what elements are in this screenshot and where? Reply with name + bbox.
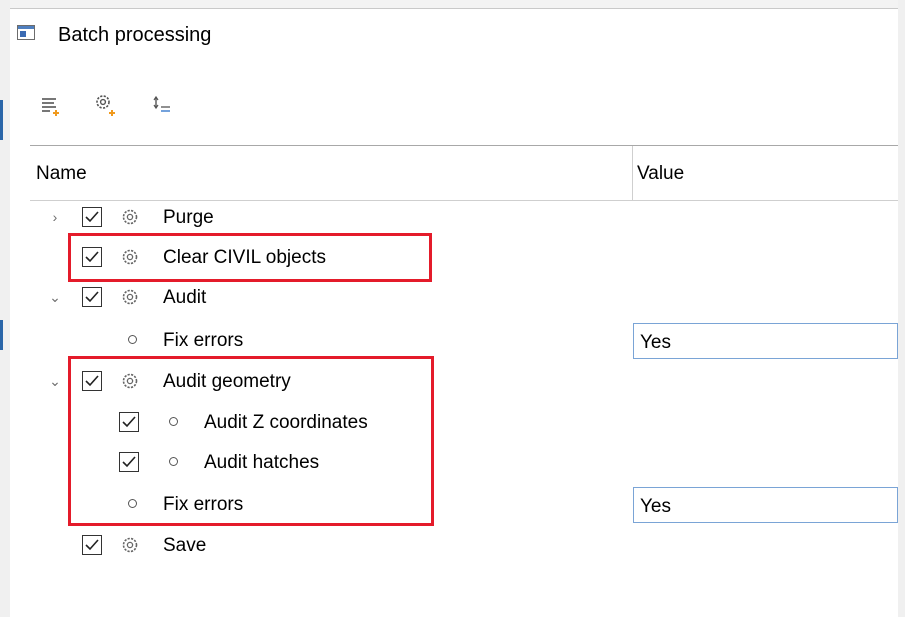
edge-marker	[0, 320, 3, 350]
grid-row-audit-z[interactable]: Audit Z coordinates	[30, 404, 898, 444]
add-gear-icon[interactable]	[94, 92, 124, 122]
chevron-right-icon[interactable]: ›	[48, 210, 62, 224]
checkbox-audit-hatches[interactable]	[119, 452, 139, 472]
column-header-name[interactable]: Name	[30, 146, 633, 200]
option-dot-icon	[169, 457, 178, 466]
option-dot-icon	[169, 417, 178, 426]
chevron-down-icon[interactable]: ⌄	[48, 290, 62, 304]
toolbar	[30, 92, 230, 128]
window-left-edge	[0, 0, 10, 617]
app-window-icon	[17, 25, 35, 40]
add-list-icon[interactable]	[40, 92, 70, 122]
column-header-value[interactable]: Value	[633, 146, 898, 200]
grid-header: Name Value	[30, 145, 898, 201]
grid-row-save[interactable]: Save	[30, 527, 898, 567]
checkbox-audit-geometry[interactable]	[82, 371, 102, 391]
sort-icon[interactable]	[152, 92, 182, 122]
row-label: Audit	[163, 287, 207, 308]
gear-icon	[122, 289, 138, 305]
window-title: Batch processing	[58, 24, 212, 46]
window-right-edge	[898, 0, 905, 617]
row-label: Fix errors	[163, 330, 244, 351]
checkbox-audit-z[interactable]	[119, 412, 139, 432]
checkbox-clear-civil[interactable]	[82, 247, 102, 267]
row-label: Clear CIVIL objects	[163, 247, 326, 268]
row-label: Fix errors	[163, 494, 244, 515]
value-field-audit-fix-errors[interactable]: Yes	[633, 323, 898, 359]
value-field-geometry-fix-errors[interactable]: Yes	[633, 487, 898, 523]
window-top-edge	[0, 0, 905, 9]
checkbox-save[interactable]	[82, 535, 102, 555]
edge-marker	[0, 100, 3, 140]
grid-row-audit-hatches[interactable]: Audit hatches	[30, 444, 898, 484]
row-label: Purge	[163, 207, 214, 228]
option-dot-icon	[128, 499, 137, 508]
grid-row-clear-civil[interactable]: Clear CIVIL objects	[30, 239, 898, 279]
option-dot-icon	[128, 335, 137, 344]
grid-row-audit-geometry[interactable]: ⌄ Audit geometry	[30, 363, 898, 403]
gear-icon	[122, 249, 138, 265]
row-label: Save	[163, 535, 207, 556]
row-label: Audit Z coordinates	[204, 412, 368, 433]
row-label: Audit hatches	[204, 452, 320, 473]
checkbox-purge[interactable]	[82, 207, 102, 227]
row-label: Audit geometry	[163, 371, 291, 392]
grid-row-geometry-fix-errors[interactable]: Fix errors Yes	[30, 486, 898, 526]
gear-icon	[122, 209, 138, 225]
gear-icon	[122, 373, 138, 389]
gear-icon	[122, 537, 138, 553]
grid-row-audit[interactable]: ⌄ Audit	[30, 279, 898, 319]
grid-row-purge[interactable]: › Purge	[30, 199, 898, 239]
checkbox-audit[interactable]	[82, 287, 102, 307]
grid-row-audit-fix-errors[interactable]: Fix errors Yes	[30, 322, 898, 362]
chevron-down-icon[interactable]: ⌄	[48, 374, 62, 388]
batch-grid: Name Value › Purge Clear CIVIL objects ⌄	[30, 145, 898, 617]
